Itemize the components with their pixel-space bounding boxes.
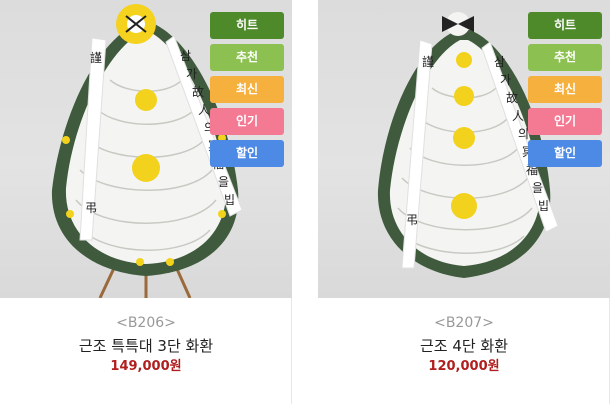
svg-text:弔: 弔	[406, 213, 418, 227]
badge-group: 히트 추천 최신 인기 할인	[210, 12, 284, 172]
product-code: <B207>	[434, 315, 494, 331]
svg-text:삼: 삼	[494, 55, 505, 69]
svg-text:빕: 빕	[224, 193, 235, 207]
svg-text:謹: 謹	[422, 54, 434, 69]
product-code: <B206>	[116, 315, 176, 331]
svg-text:故: 故	[506, 90, 518, 105]
svg-text:故: 故	[192, 84, 204, 99]
product-grid: 謹 弔 삼 가 故 人 의 冥 福 을 빕 히트 추천 최신 인기 할인	[0, 0, 612, 404]
svg-text:人: 人	[512, 109, 524, 123]
svg-text:빕: 빕	[538, 199, 549, 213]
badge-popular[interactable]: 인기	[528, 108, 602, 135]
product-name[interactable]: 근조 특특대 3단 화환	[0, 336, 292, 356]
badge-new[interactable]: 최신	[210, 76, 284, 103]
svg-text:을: 을	[218, 175, 229, 189]
badge-sale[interactable]: 할인	[528, 140, 602, 167]
product-name[interactable]: 근조 4단 화환	[318, 336, 610, 356]
badge-hit[interactable]: 히트	[528, 12, 602, 39]
badge-recommend[interactable]: 추천	[210, 44, 284, 71]
badge-recommend[interactable]: 추천	[528, 44, 602, 71]
badge-group: 히트 추천 최신 인기 할인	[528, 12, 602, 172]
product-card[interactable]: 謹 弔 삼 가 故 人 의 冥 福 을 빕 히트 추천 최신 인기 할인	[318, 0, 610, 404]
product-price: 120,000원	[428, 359, 500, 374]
svg-text:謹: 謹	[90, 50, 102, 65]
product-info: <B207> 근조 4단 화환 120,000원	[318, 298, 610, 376]
product-photo[interactable]: 謹 弔 삼 가 故 人 의 冥 福 을 빕 히트 추천 최신 인기 할인	[0, 0, 292, 298]
svg-text:삼: 삼	[180, 49, 191, 63]
badge-popular[interactable]: 인기	[210, 108, 284, 135]
badge-hit[interactable]: 히트	[210, 12, 284, 39]
svg-text:가: 가	[500, 73, 511, 87]
svg-text:을: 을	[532, 181, 543, 195]
svg-text:人: 人	[198, 103, 210, 117]
badge-sale[interactable]: 할인	[210, 140, 284, 167]
product-card[interactable]: 謹 弔 삼 가 故 人 의 冥 福 을 빕 히트 추천 최신 인기 할인	[0, 0, 292, 404]
product-photo[interactable]: 謹 弔 삼 가 故 人 의 冥 福 을 빕 히트 추천 최신 인기 할인	[318, 0, 610, 298]
product-price: 149,000원	[110, 359, 182, 374]
product-info: <B206> 근조 특특대 3단 화환 149,000원	[0, 298, 292, 376]
svg-text:弔: 弔	[85, 201, 97, 215]
svg-text:가: 가	[186, 67, 197, 81]
badge-new[interactable]: 최신	[528, 76, 602, 103]
